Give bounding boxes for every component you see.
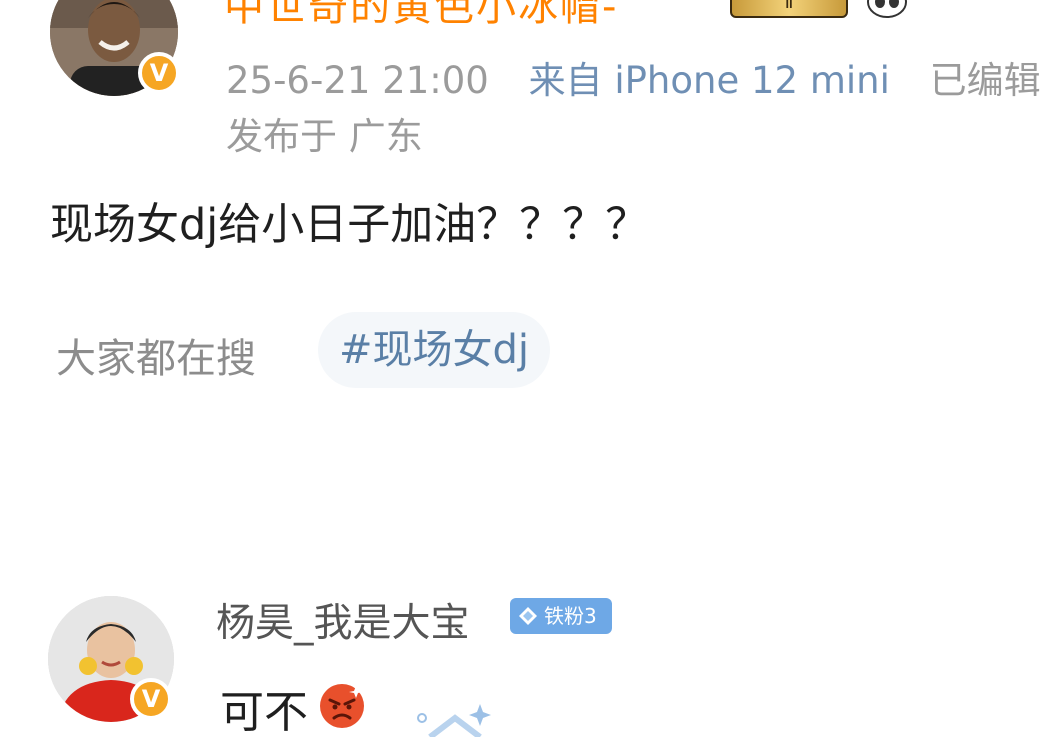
trending-label: 大家都在搜 xyxy=(56,336,256,382)
comment-content: 可不 xyxy=(220,687,308,738)
post-meta: 25-6-21 21:00 来自 iPhone 12 mini 已编辑 xyxy=(226,50,1046,104)
iron-fan-badge[interactable]: 铁粉3 xyxy=(510,598,612,634)
angry-face-icon xyxy=(320,684,364,728)
post-source-device[interactable]: 来自 iPhone 12 mini xyxy=(529,59,890,102)
post-author-name[interactable]: 中世奇的黄色小冰帽- xyxy=(224,0,618,32)
commenter-name[interactable]: 杨昊_我是大宝 xyxy=(216,592,470,648)
verified-badge-icon: V xyxy=(130,678,172,720)
edited-label: 已编辑 xyxy=(929,59,1041,102)
fan-level-badge[interactable]: Ⅱ xyxy=(730,0,848,18)
post-timestamp: 25-6-21 21:00 xyxy=(226,59,489,102)
diamond-icon xyxy=(519,607,537,625)
trending-topic-chip[interactable]: #现场女dj xyxy=(318,312,550,388)
panda-emoji-icon xyxy=(867,0,907,18)
verified-badge-icon: V xyxy=(138,52,180,94)
post-location: 发布于 广东 xyxy=(226,115,423,158)
iron-fan-label: 铁粉3 xyxy=(544,604,597,628)
post-content: 现场女dj给小日子加油？？？？ xyxy=(50,200,649,250)
sparkle-icon xyxy=(417,704,491,737)
